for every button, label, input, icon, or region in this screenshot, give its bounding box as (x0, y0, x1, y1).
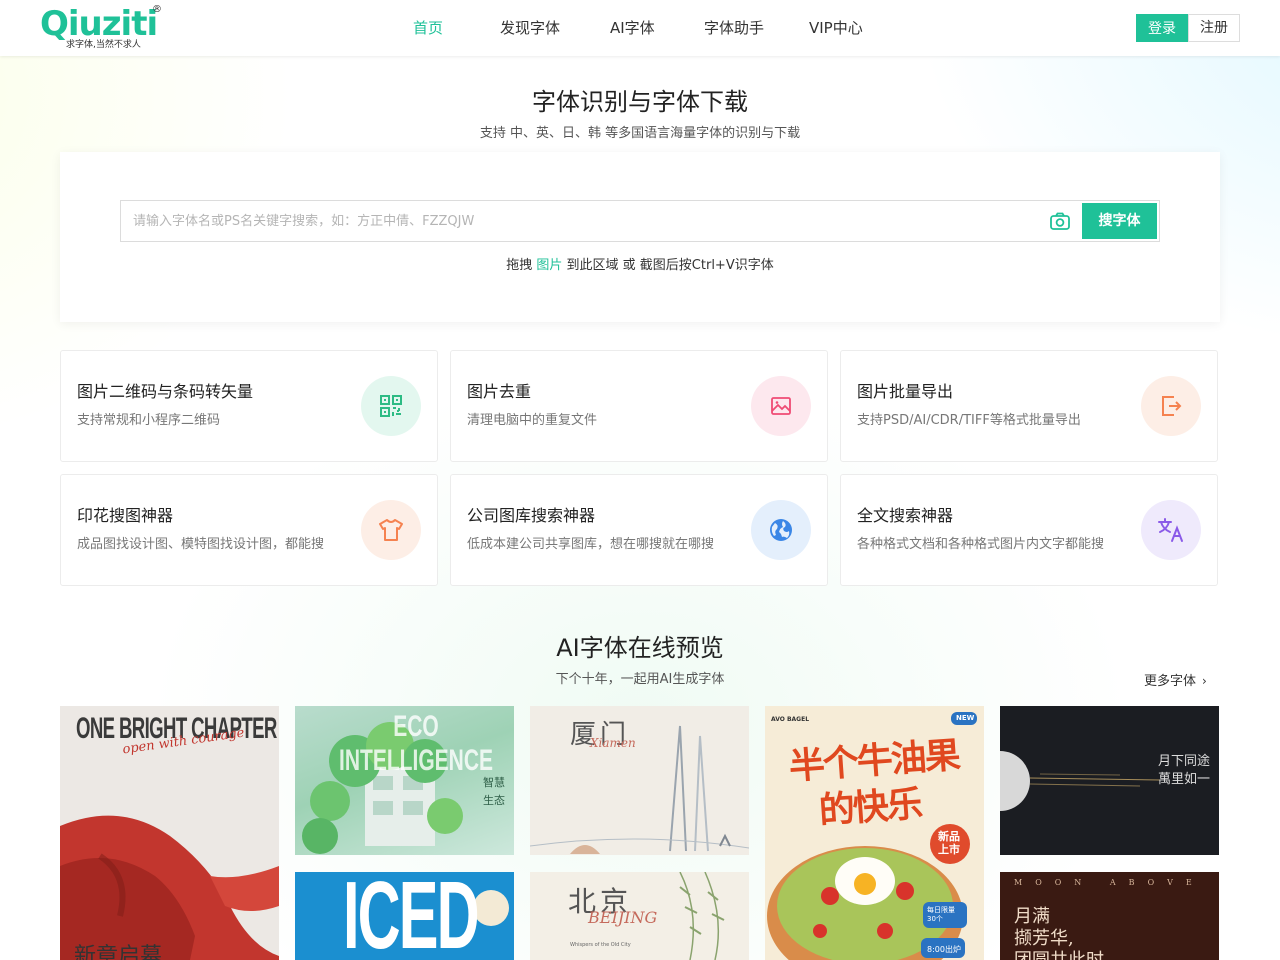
search-button[interactable]: 搜字体 (1082, 203, 1157, 239)
tool-title: 图片二维码与条码转矢量 (77, 382, 254, 401)
tile-main-text-3: 团圆共此时 (1014, 946, 1104, 960)
ai-font-tile-moon-above-us[interactable]: MOON ABOVE US 月满 撷芳华, 团圆共此时 (1000, 872, 1219, 960)
tool-title: 印花搜图神器 (77, 506, 174, 525)
tool-card-batch-export[interactable]: 图片批量导出 支持PSD/AI/CDR/TIFF等格式批量导出 (840, 350, 1218, 462)
tool-card-dedupe[interactable]: 图片去重 清理电脑中的重复文件 (450, 350, 828, 462)
globe-icon (751, 500, 811, 560)
tool-desc: 支持常规和小程序二维码 (77, 413, 221, 428)
drop-hint-image-link[interactable]: 图片 (536, 258, 562, 273)
tile-time-text: 8:00出炉 (927, 945, 961, 954)
camera-icon[interactable] (1049, 211, 1071, 231)
tile-main-text-1: 月下同途 (1158, 754, 1211, 769)
tool-card-print-search[interactable]: 印花搜图神器 成品图找设计图、模特图找设计图，都能搜 (60, 474, 438, 586)
tile-main-text-2: 的快乐 (817, 783, 923, 832)
page-subtitle: 支持 中、英、日、韩 等多国语言海量字体的识别与下载 (479, 126, 801, 141)
search-box: 搜字体 (120, 200, 1160, 242)
image-icon (751, 376, 811, 436)
nav-font-assistant[interactable]: 字体助手 (704, 18, 764, 38)
tool-title: 图片去重 (467, 382, 532, 401)
tool-card-fulltext-search[interactable]: 全文搜索神器 各种格式文档和各种格式图片内文字都能搜 (840, 474, 1218, 586)
tile-main-text: ICED (343, 872, 480, 960)
page-title: 字体识别与字体下载 (532, 88, 748, 116)
drop-hint-suffix: 到此区域 或 截图后按Ctrl+V识字体 (562, 258, 774, 273)
top-header: Qiuziti ® 求字体,当然不求人 首页 发现字体 AI字体 字体助手 VI… (0, 0, 1280, 56)
tile-brand-text: AVO BAGEL (771, 716, 810, 723)
tool-card-qrcode[interactable]: 图片二维码与条码转矢量 支持常规和小程序二维码 (60, 350, 438, 462)
drop-hint-prefix: 拖拽 (506, 258, 537, 273)
tool-desc: 低成本建公司共享图库，想在哪搜就在哪搜 (467, 537, 715, 552)
ai-font-tile-one-bright-chapter[interactable]: ONE BRIGHT CHAPTER open with courage 新章启… (60, 706, 279, 960)
search-panel[interactable]: 搜字体 拖拽 图片 到此区域 或 截图后按Ctrl+V识字体 (60, 152, 1220, 322)
register-button[interactable]: 注册 (1188, 14, 1240, 42)
translate-icon (1141, 500, 1201, 560)
ai-font-tile-eco-intelligence[interactable]: ECO INTELLIGENCE 智慧 生态 (295, 706, 514, 855)
export-icon (1141, 376, 1201, 436)
tile-small-text: Whispers of the Old City (570, 942, 631, 948)
tile-script-text: BEIJING (588, 908, 658, 927)
qrcode-icon (361, 376, 421, 436)
tile-main-text-2: 萬里如一 (1158, 772, 1211, 787)
more-fonts-link[interactable]: 更多字体 › (1144, 671, 1207, 692)
tool-title: 全文搜索神器 (857, 506, 954, 525)
tool-desc: 各种格式文档和各种格式图片内文字都能搜 (857, 537, 1105, 552)
ai-font-tile-xiamen[interactable]: 厦门 Xiamen (530, 706, 749, 855)
registered-mark: ® (152, 4, 162, 15)
tile-main-text: ECO INTELLIGENCE (338, 710, 493, 777)
tool-title: 图片批量导出 (857, 382, 954, 401)
tile-cn-text-1: 智慧 (483, 776, 505, 789)
tile-cn-text: 新章启幕 (74, 944, 163, 960)
tile-cn-text-2: 生态 (483, 794, 505, 807)
logo-slogan: 求字体,当然不求人 (66, 40, 141, 50)
tool-desc: 清理电脑中的重复文件 (467, 413, 598, 428)
ai-font-tile-iced[interactable]: ICED (295, 872, 514, 960)
tile-script-text: Xiamen (590, 736, 636, 750)
chevron-right-icon: › (1202, 674, 1207, 688)
more-fonts-label: 更多字体 (1144, 674, 1197, 689)
ai-section-subtitle: 下个十年，一起用AI生成字体 (555, 672, 725, 687)
nav-vip-center[interactable]: VIP中心 (809, 18, 863, 38)
search-input[interactable] (121, 201, 1041, 241)
tool-title: 公司图库搜索神器 (467, 506, 596, 525)
nav-ai-fonts[interactable]: AI字体 (610, 18, 655, 38)
tool-card-gallery-search[interactable]: 公司图库搜索神器 低成本建公司共享图库，想在哪搜就在哪搜 (450, 474, 828, 586)
ai-font-tile-butter-fruit[interactable]: AVO BAGEL NEW 半个牛油果 的快乐 新品上市 每日限量 30个 8:… (765, 706, 984, 960)
nav-discover-fonts[interactable]: 发现字体 (500, 18, 560, 38)
ai-font-tile-beijing[interactable]: 北京 BEIJING Whispers of the Old City (530, 872, 749, 960)
tile-top-text: MOON ABOVE US (1014, 878, 1219, 887)
ai-section-title: AI字体在线预览 (556, 634, 724, 662)
ai-font-tile-moon-road[interactable]: 月下同途 萬里如一 (1000, 706, 1219, 855)
site-logo[interactable]: Qiuziti ® 求字体,当然不求人 (40, 4, 165, 52)
tool-desc: 支持PSD/AI/CDR/TIFF等格式批量导出 (857, 413, 1081, 428)
drop-hint: 拖拽 图片 到此区域 或 截图后按Ctrl+V识字体 (60, 256, 1220, 276)
tshirt-icon (361, 500, 421, 560)
nav-home[interactable]: 首页 (413, 18, 443, 38)
tile-new-badge: NEW (956, 714, 975, 722)
login-button[interactable]: 登录 (1136, 14, 1188, 42)
tool-desc: 成品图找设计图、模特图找设计图，都能搜 (77, 537, 325, 552)
tile-limit-text: 每日限量 30个 (927, 906, 955, 923)
tile-new-product-badge: 新品上市 (938, 830, 960, 856)
